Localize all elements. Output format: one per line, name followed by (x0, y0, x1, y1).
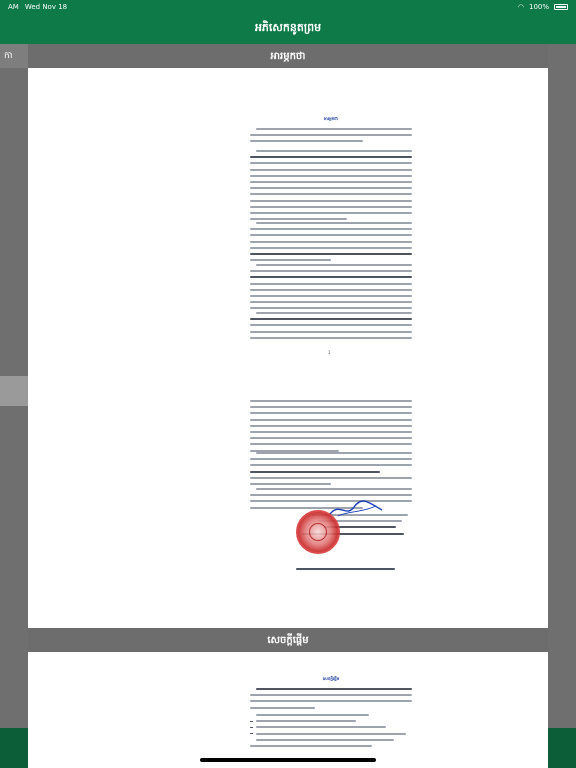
signature-image (329, 500, 383, 517)
page1-paragraph-4 (250, 264, 412, 314)
page1-heading: អារម្ភកថា (324, 116, 338, 121)
intro-heading: សេចក្តីផ្តើម (322, 676, 340, 681)
background-right-tab-bar (548, 728, 576, 768)
page1-number: 1 (328, 350, 331, 355)
background-right-panel (548, 44, 576, 768)
introduction-page[interactable]: សេចក្តីផ្តើម (28, 652, 548, 768)
page2-paragraph-1 (250, 400, 412, 456)
document-viewer[interactable]: អារម្ភកថា អារម្ភកថា 1 សេចក្តីផ្តើម សេចក្… (28, 44, 548, 768)
section-header-introduction: សេចក្តីផ្តើម (28, 628, 548, 652)
background-list-header: កា (0, 44, 28, 68)
page1-paragraph-2 (250, 150, 412, 224)
intro-paragraph-1 (250, 688, 412, 713)
page1-paragraph-3 (250, 222, 412, 265)
background-tab-bar (0, 728, 28, 768)
nav-title: អភិសេកនូតព្រម (254, 21, 322, 34)
official-seal-stamp (296, 510, 340, 554)
signatory-name (296, 568, 406, 574)
page1-paragraph-5 (250, 312, 412, 343)
status-date: Wed Nov 18 (24, 3, 68, 11)
home-indicator[interactable] (200, 758, 376, 762)
status-bar: AM Wed Nov 18 ◠ 100% (0, 0, 576, 14)
battery-icon (554, 4, 568, 10)
status-time: AM (8, 3, 19, 11)
background-selected-row (0, 376, 28, 406)
document-page[interactable]: អារម្ភកថា 1 (28, 68, 548, 633)
page2-paragraph-2 (250, 452, 412, 489)
background-list-panel: កា (0, 44, 28, 768)
nav-bar: អភិសេកនូតព្រម (0, 14, 576, 44)
intro-list (250, 714, 412, 751)
wifi-icon: ◠ (517, 3, 524, 11)
page1-paragraph-1 (250, 128, 412, 147)
battery-percent: 100% (528, 3, 549, 11)
section-header-preface: អារម្ភកថា (28, 44, 548, 68)
